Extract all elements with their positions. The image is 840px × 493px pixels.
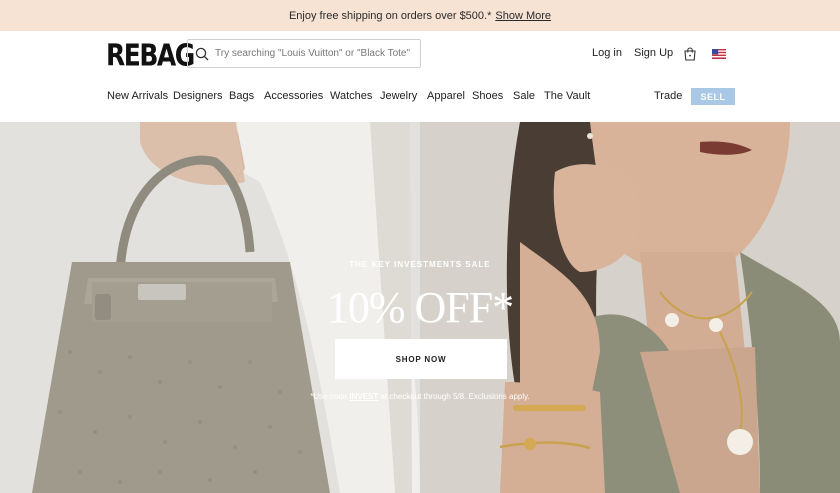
shopping-bag-icon[interactable] <box>683 47 697 61</box>
sell-button[interactable]: SELL <box>691 88 735 105</box>
nav-designers[interactable]: Designers <box>173 90 223 102</box>
shop-now-button[interactable]: SHOP NOW <box>335 339 507 379</box>
search-icon[interactable] <box>195 47 209 61</box>
fine-print-prefix: *Use code <box>310 392 350 401</box>
login-link[interactable]: Log in <box>592 47 622 59</box>
nav-new-arrivals[interactable]: New Arrivals <box>107 90 168 102</box>
nav-watches[interactable]: Watches <box>330 90 372 102</box>
trade-link[interactable]: Trade <box>654 90 682 102</box>
main-nav: New Arrivals Designers Bags Accessories … <box>0 88 840 106</box>
nav-shoes[interactable]: Shoes <box>472 90 503 102</box>
search-box[interactable] <box>187 39 421 68</box>
hero-headline: 10% OFF* <box>326 283 514 332</box>
search-input[interactable] <box>215 48 415 59</box>
signup-link[interactable]: Sign Up <box>634 47 673 59</box>
us-flag-icon[interactable] <box>712 49 726 59</box>
hero-fine-print: *Use code INVEST at checkout through 5/8… <box>0 392 840 401</box>
site-header: REBAG Log in Sign Up New Arrivals Design… <box>0 31 840 122</box>
nav-sale[interactable]: Sale <box>513 90 535 102</box>
nav-accessories[interactable]: Accessories <box>264 90 323 102</box>
hero-eyebrow: THE KEY INVESTMENTS SALE <box>349 260 491 269</box>
fine-print-suffix: at checkout through 5/8. Exclusions appl… <box>378 392 530 401</box>
promo-code: INVEST <box>349 392 379 401</box>
promo-banner: Enjoy free shipping on orders over $500.… <box>0 0 840 31</box>
show-more-link[interactable]: Show More <box>495 10 551 22</box>
hero-content: THE KEY INVESTMENTS SALE 10% OFF* SHOP N… <box>0 122 840 493</box>
nav-bags[interactable]: Bags <box>229 90 254 102</box>
nav-the-vault[interactable]: The Vault <box>544 90 590 102</box>
rebag-logo[interactable]: REBAG <box>106 38 195 73</box>
hero-banner[interactable]: THE KEY INVESTMENTS SALE 10% OFF* SHOP N… <box>0 122 840 493</box>
nav-apparel[interactable]: Apparel <box>427 90 465 102</box>
promo-text: Enjoy free shipping on orders over $500.… <box>288 9 492 22</box>
nav-jewelry[interactable]: Jewelry <box>380 90 417 102</box>
